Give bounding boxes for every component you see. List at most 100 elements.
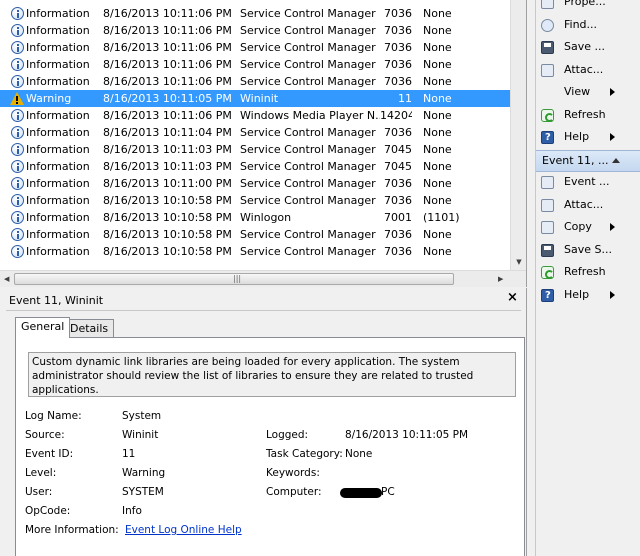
event-date: 8/16/2013 10:11:04 PM bbox=[103, 126, 232, 139]
event-row[interactable]: Information 8/16/2013 10:10:58 PM Service … bbox=[0, 192, 526, 209]
actions-pane: Prope... Find... Save ... Attac... View Refre… bbox=[535, 0, 640, 556]
information-icon bbox=[11, 7, 24, 20]
event-id: 7036 bbox=[384, 24, 412, 37]
information-icon bbox=[11, 58, 24, 71]
action-prope[interactable]: Prope... bbox=[536, 0, 636, 12]
collapse-icon[interactable] bbox=[612, 158, 620, 163]
action-label: Help bbox=[564, 287, 590, 301]
action-find[interactable]: Find... bbox=[536, 15, 636, 35]
submenu-arrow-icon bbox=[610, 133, 615, 141]
event-row[interactable]: Information 8/16/2013 10:11:06 PM Service … bbox=[0, 39, 526, 56]
event-source: Service Control Manager bbox=[240, 245, 376, 258]
scroll-left-icon[interactable]: ◀ bbox=[4, 271, 9, 287]
source-value: Wininit bbox=[122, 429, 159, 441]
action-help[interactable]: Help bbox=[536, 127, 636, 148]
event-date: 8/16/2013 10:11:00 PM bbox=[103, 177, 232, 190]
event-level: Information bbox=[26, 109, 90, 122]
event-id: 7001 bbox=[384, 211, 412, 224]
actions-group-header[interactable]: Event 11, ... bbox=[536, 150, 640, 172]
event-row[interactable]: Information 8/16/2013 10:10:58 PM Service … bbox=[0, 226, 526, 243]
scroll-right-icon[interactable]: ▶ bbox=[498, 271, 503, 287]
detail-title: Event 11, Wininit bbox=[9, 294, 104, 307]
event-row[interactable]: Information 8/16/2013 10:11:06 PM Service … bbox=[0, 73, 526, 90]
event-row[interactable]: Warning 8/16/2013 10:11:05 PM Wininit 11 Non… bbox=[0, 90, 526, 107]
action-event[interactable]: Event ... bbox=[536, 172, 636, 192]
event-id: 7036 bbox=[384, 41, 412, 54]
vertical-scrollbar[interactable]: ▼ bbox=[510, 0, 526, 270]
horizontal-scrollbar[interactable]: ◀ ||| ▶ bbox=[0, 270, 526, 287]
action-saves[interactable]: Save S... bbox=[536, 240, 636, 260]
event-date: 8/16/2013 10:10:58 PM bbox=[103, 228, 232, 241]
event-row[interactable]: Information 8/16/2013 10:11:06 PM Windows … bbox=[0, 107, 526, 124]
event-task-category: None bbox=[423, 109, 452, 122]
event-task-category: None bbox=[423, 160, 452, 173]
event-properties-icon bbox=[541, 176, 554, 189]
event-date: 8/16/2013 10:11:03 PM bbox=[103, 160, 232, 173]
event-level: Information bbox=[26, 58, 90, 71]
save-icon bbox=[541, 41, 554, 54]
event-date: 8/16/2013 10:11:06 PM bbox=[103, 24, 232, 37]
event-id: 7036 bbox=[384, 126, 412, 139]
actions-group-title: Event 11, ... bbox=[542, 154, 609, 167]
event-task-category: None bbox=[423, 177, 452, 190]
event-level: Information bbox=[26, 75, 90, 88]
tab-details[interactable]: Details bbox=[64, 319, 115, 338]
action-attac[interactable]: Attac... bbox=[536, 195, 636, 215]
action-refresh[interactable]: Refresh bbox=[536, 262, 636, 282]
scroll-down-icon[interactable]: ▼ bbox=[511, 254, 526, 270]
event-date: 8/16/2013 10:11:06 PM bbox=[103, 7, 232, 20]
event-row[interactable]: Information 8/16/2013 10:10:58 PM Winlogon… bbox=[0, 209, 526, 226]
event-task-category: None bbox=[423, 58, 452, 71]
event-row[interactable]: Information 8/16/2013 10:10:58 PM Service … bbox=[0, 243, 526, 260]
event-id: 7036 bbox=[384, 7, 412, 20]
event-row[interactable]: Information 8/16/2013 10:11:04 PM Service … bbox=[0, 124, 526, 141]
event-level: Information bbox=[26, 7, 90, 20]
event-row[interactable]: Information 8/16/2013 10:11:06 PM Service … bbox=[0, 5, 526, 22]
action-refresh[interactable]: Refresh bbox=[536, 105, 636, 125]
event-id: 7045 bbox=[384, 160, 412, 173]
event-source: Service Control Manager bbox=[240, 160, 376, 173]
event-row[interactable]: Information 8/16/2013 10:11:03 PM Service … bbox=[0, 141, 526, 158]
event-row[interactable]: Information 8/16/2013 10:11:03 PM Service … bbox=[0, 158, 526, 175]
event-source: Service Control Manager bbox=[240, 143, 376, 156]
level-label: Level: bbox=[25, 467, 57, 479]
event-task-category: None bbox=[423, 7, 452, 20]
event-log-online-help-link[interactable]: Event Log Online Help bbox=[125, 524, 242, 536]
event-level: Information bbox=[26, 245, 90, 258]
tab-general[interactable]: General bbox=[15, 317, 71, 338]
scroll-grip-icon: ||| bbox=[233, 274, 242, 283]
submenu-arrow-icon bbox=[610, 88, 615, 96]
event-date: 8/16/2013 10:11:03 PM bbox=[103, 143, 232, 156]
event-level: Information bbox=[26, 160, 90, 173]
event-id: 7036 bbox=[384, 245, 412, 258]
event-row[interactable]: Information 8/16/2013 10:11:06 PM Service … bbox=[0, 22, 526, 39]
event-id: 11 bbox=[398, 92, 412, 105]
action-view[interactable]: View bbox=[536, 82, 636, 102]
event-id: 7036 bbox=[384, 194, 412, 207]
action-help[interactable]: Help bbox=[536, 285, 636, 306]
event-row[interactable]: Information 8/16/2013 10:11:06 PM Service … bbox=[0, 56, 526, 73]
event-source: Service Control Manager bbox=[240, 24, 376, 37]
action-save[interactable]: Save ... bbox=[536, 37, 636, 57]
information-icon bbox=[11, 211, 24, 224]
close-icon[interactable]: × bbox=[507, 290, 518, 305]
action-copy[interactable]: Copy bbox=[536, 217, 636, 237]
information-icon bbox=[11, 24, 24, 37]
event-level: Information bbox=[26, 228, 90, 241]
log-name-value: System bbox=[122, 410, 162, 422]
event-task-category: None bbox=[423, 245, 452, 258]
event-source: Service Control Manager bbox=[240, 75, 376, 88]
event-date: 8/16/2013 10:11:06 PM bbox=[103, 41, 232, 54]
log-name-label: Log Name: bbox=[25, 410, 82, 422]
event-date: 8/16/2013 10:11:06 PM bbox=[103, 109, 232, 122]
warning-icon bbox=[10, 92, 24, 105]
action-label: View bbox=[564, 85, 591, 98]
help-icon bbox=[541, 128, 554, 148]
submenu-arrow-icon bbox=[610, 290, 615, 299]
information-icon bbox=[11, 75, 24, 88]
event-level: Information bbox=[26, 143, 90, 156]
event-row[interactable]: Information 8/16/2013 10:11:00 PM Service … bbox=[0, 175, 526, 192]
action-attac[interactable]: Attac... bbox=[536, 60, 636, 80]
action-label: Attac... bbox=[564, 62, 604, 76]
find-icon bbox=[541, 18, 554, 32]
